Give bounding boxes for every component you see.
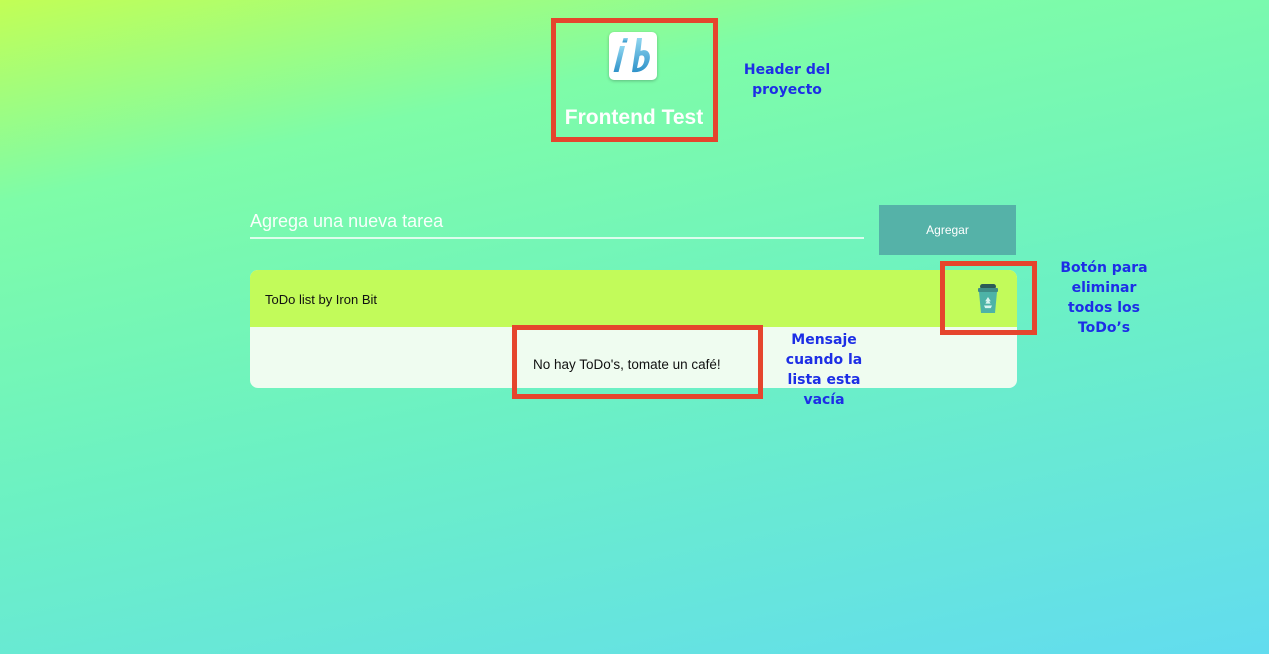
header-highlight-box [551, 18, 718, 142]
delete-all-annotation-note: Botón para eliminar todos los ToDo’s [1060, 260, 1148, 336]
delete-all-highlight-box [940, 261, 1037, 335]
new-task-input[interactable] [250, 205, 864, 239]
add-task-button[interactable]: Agregar [879, 205, 1016, 255]
todo-list-header: ToDo list by Iron Bit [250, 270, 1017, 327]
empty-message-annotation-note: Mensaje cuando la lista esta vacía [785, 332, 863, 408]
todo-list-title: ToDo list by Iron Bit [265, 292, 377, 307]
empty-message-highlight-box [512, 325, 763, 399]
header-annotation-note: Header del proyecto [743, 62, 831, 98]
